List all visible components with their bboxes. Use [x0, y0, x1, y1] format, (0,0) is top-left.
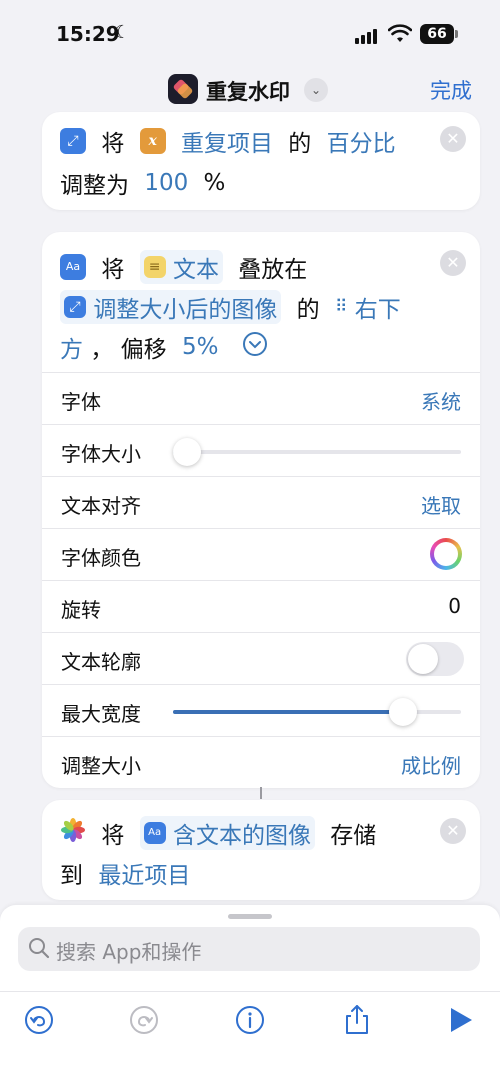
- row-font-size: 字体大小: [42, 424, 480, 476]
- variable-token[interactable]: 重复项目: [181, 124, 273, 158]
- grid-position-icon: ⠿: [334, 297, 348, 317]
- max-width-slider-fill: [173, 710, 403, 714]
- resize-value[interactable]: 成比例: [401, 750, 461, 779]
- row-resize[interactable]: 调整大小 成比例: [42, 736, 480, 788]
- action-card-save-photo[interactable]: 将 Aa 含文本的图像 存储 到 最近项目 ✕: [42, 800, 480, 900]
- resize-label: 调整大小: [61, 754, 141, 778]
- search-icon: [29, 938, 50, 959]
- comma: ，: [90, 337, 114, 363]
- percent-value[interactable]: 100: [144, 170, 188, 196]
- row-rotation[interactable]: 旋转 0: [42, 580, 480, 632]
- status-time: 15:29: [56, 22, 120, 46]
- word-overlay: 叠放在: [238, 257, 308, 283]
- row-font[interactable]: 字体 系统: [42, 372, 480, 424]
- word-adjust-to: 调整为: [60, 173, 129, 199]
- remove-action-button[interactable]: ✕: [440, 250, 466, 276]
- position-token-cont[interactable]: 方: [60, 330, 83, 364]
- rotation-value[interactable]: 0: [448, 594, 461, 618]
- info-icon[interactable]: [233, 1003, 267, 1037]
- photos-icon: [60, 817, 86, 849]
- variable-icon: x: [139, 128, 166, 154]
- nav-bar: 重复水印 ⌄ 完成: [0, 66, 500, 112]
- focus-moon-icon: ☾: [114, 22, 131, 43]
- image-with-text-token[interactable]: 含文本的图像: [173, 816, 311, 850]
- alignment-value[interactable]: 选取: [421, 490, 461, 519]
- word-de: 的: [296, 297, 320, 323]
- outline-label: 文本轮廓: [61, 650, 141, 674]
- text-token[interactable]: 文本: [173, 250, 219, 284]
- chevron-down-icon[interactable]: ⌄: [304, 78, 328, 102]
- shortcut-icon[interactable]: [168, 74, 198, 104]
- battery-level: 66: [420, 24, 454, 44]
- image-variable-icon: Aa: [143, 822, 166, 844]
- position-token[interactable]: 右下: [355, 290, 401, 324]
- undo-icon[interactable]: [22, 1003, 56, 1037]
- resize-icon: ⤢: [60, 128, 86, 154]
- share-icon[interactable]: [340, 1003, 374, 1037]
- font-color-label: 字体颜色: [61, 546, 141, 570]
- word-jiang: 将: [101, 131, 125, 157]
- resize-icon: ⤢: [64, 296, 86, 318]
- toggle-knob: [408, 644, 438, 674]
- rotation-label: 旋转: [61, 598, 101, 622]
- color-picker-icon[interactable]: [430, 538, 462, 570]
- cellular-signal-icon: [355, 28, 381, 44]
- text-document-icon: ≡: [143, 256, 166, 278]
- font-size-slider-track[interactable]: [173, 450, 461, 454]
- action-card-overlay-text[interactable]: Aa 将 ≡ 文本 叠放在 ⤢ 调整大小后的图像 的 ⠿ 右下 方 ， 偏移 5…: [42, 232, 480, 788]
- word-jiang: 将: [101, 823, 125, 849]
- max-width-slider-knob[interactable]: [389, 698, 417, 726]
- font-size-slider-knob[interactable]: [173, 438, 201, 466]
- row-font-color[interactable]: 字体颜色: [42, 528, 480, 580]
- offset-value[interactable]: 5%: [182, 334, 219, 360]
- redo-icon[interactable]: [127, 1003, 161, 1037]
- outline-toggle[interactable]: [406, 642, 464, 676]
- row-max-width: 最大宽度: [42, 684, 480, 736]
- row-text-outline: 文本轮廓: [42, 632, 480, 684]
- wifi-icon: [388, 24, 412, 42]
- play-icon[interactable]: [444, 1003, 478, 1037]
- action-connector: [260, 787, 262, 799]
- alignment-label: 文本对齐: [61, 494, 141, 518]
- max-width-label: 最大宽度: [61, 702, 141, 726]
- done-button[interactable]: 完成: [430, 75, 472, 105]
- word-jiang: 将: [101, 257, 125, 283]
- remove-action-button[interactable]: ✕: [440, 818, 466, 844]
- overlay-text-icon: Aa: [60, 254, 86, 280]
- word-to: 到: [60, 863, 83, 889]
- font-size-label: 字体大小: [61, 442, 141, 466]
- percent-unit: %: [203, 170, 226, 196]
- battery-tip: [455, 30, 458, 38]
- status-bar: 15:29 ☾ 66: [0, 0, 500, 66]
- album-token[interactable]: 最近项目: [98, 856, 190, 890]
- search-placeholder: 搜索 App和操作: [56, 940, 202, 964]
- search-field[interactable]: 搜索 App和操作: [18, 927, 480, 971]
- word-save: 存储: [330, 823, 377, 849]
- font-label: 字体: [61, 390, 101, 414]
- action-card-adjust-percentage[interactable]: ⤢ 将 x 重复项目 的 百分比 调整为 100 % ✕: [42, 112, 480, 210]
- word-de: 的: [288, 131, 312, 157]
- shortcut-title[interactable]: 重复水印: [206, 76, 290, 106]
- word-offset: 偏移: [120, 337, 167, 363]
- toolbar-divider: [0, 991, 500, 992]
- font-value[interactable]: 系统: [421, 386, 461, 415]
- action-search-sheet: 搜索 App和操作: [0, 905, 500, 1067]
- expand-chevron-icon[interactable]: [242, 331, 268, 363]
- remove-action-button[interactable]: ✕: [440, 126, 466, 152]
- sheet-grabber[interactable]: [228, 914, 272, 919]
- row-text-alignment[interactable]: 文本对齐 选取: [42, 476, 480, 528]
- image-token[interactable]: 调整大小后的图像: [93, 290, 277, 324]
- percent-token[interactable]: 百分比: [327, 124, 396, 158]
